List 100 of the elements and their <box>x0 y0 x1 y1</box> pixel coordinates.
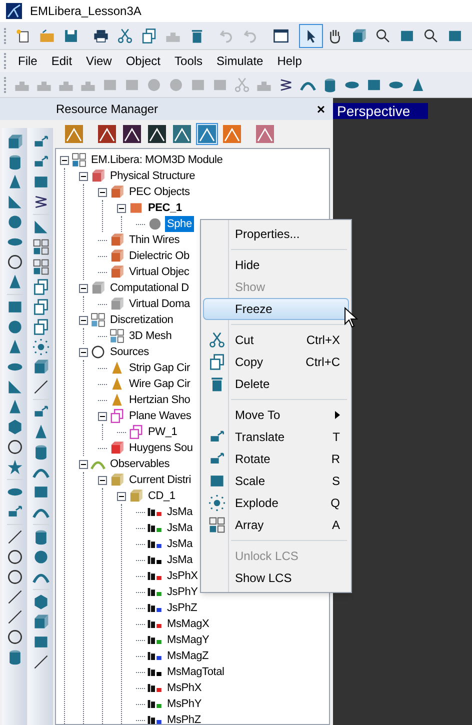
menu-option[interactable]: Explode Q <box>203 492 349 514</box>
tree-item[interactable]: Plane Waves <box>127 408 194 424</box>
tree-item[interactable]: Strip Gap Cir <box>127 360 192 376</box>
menu-option[interactable]: Cut Ctrl+X <box>203 329 349 351</box>
copy-icon <box>208 353 226 371</box>
menu-option[interactable]: Properties... <box>203 223 349 245</box>
collapse-toggle[interactable] <box>98 412 107 420</box>
shortcut-label: R <box>331 451 341 468</box>
sphere-icon <box>147 216 163 232</box>
ring-icon <box>6 548 24 566</box>
collapse-toggle[interactable] <box>79 460 88 468</box>
ring-icon <box>6 568 24 586</box>
menu-option[interactable]: Rotate R <box>203 448 349 470</box>
tree-item[interactable]: CD_1 <box>146 488 178 504</box>
tree-item[interactable]: JsPhZ <box>165 600 200 616</box>
window-icon <box>272 27 290 44</box>
menu-item[interactable]: File <box>11 52 44 70</box>
menu-item[interactable]: View <box>79 52 119 70</box>
ring-icon <box>6 253 24 271</box>
menu-option[interactable]: Move To <box>203 404 349 426</box>
menu-option[interactable]: Hide <box>203 254 349 276</box>
line-icon <box>6 608 24 626</box>
cut-icon <box>116 27 134 44</box>
shortcut-label: Q <box>330 495 341 512</box>
triangle-icon <box>6 193 24 211</box>
collapse-toggle[interactable] <box>79 284 88 292</box>
menu-option[interactable]: Copy Ctrl+C <box>203 351 349 373</box>
cut-icon <box>208 331 226 349</box>
tree-item[interactable]: MsPhY <box>165 696 204 712</box>
copy-icon <box>32 278 50 296</box>
viewport-label: Perspective <box>333 103 428 119</box>
tree-item[interactable]: PEC Objects <box>127 184 192 200</box>
tree-item[interactable]: Huygens Sou <box>127 440 195 456</box>
grid-icon <box>109 328 125 344</box>
tree-item[interactable]: JsMa <box>165 552 194 568</box>
menu-option[interactable]: Freeze <box>203 298 349 320</box>
tree-item[interactable]: JsMa <box>165 536 194 552</box>
tree-item[interactable]: Thin Wires <box>127 232 182 248</box>
tree-item[interactable]: Sphe <box>165 216 194 232</box>
tree-item[interactable]: JsMa <box>165 504 194 520</box>
collapse-toggle[interactable] <box>79 316 88 324</box>
triangle-icon <box>6 378 24 396</box>
hexagon-icon <box>32 593 50 611</box>
close-button[interactable]: × <box>316 102 325 116</box>
collapse-toggle[interactable] <box>79 348 88 356</box>
tree-item[interactable]: 3D Mesh <box>127 328 174 344</box>
tree-item[interactable]: PEC_1 <box>146 200 184 216</box>
tree-item[interactable]: Computational D <box>108 280 191 296</box>
collapse-toggle[interactable] <box>117 492 126 500</box>
menu-option[interactable]: Show LCS <box>203 567 349 589</box>
tree-item[interactable]: MsPhZ <box>165 712 203 724</box>
grid-icon <box>32 258 50 276</box>
tree-item[interactable]: Dielectric Ob <box>127 248 192 264</box>
tree-item[interactable]: MsMagY <box>165 632 212 648</box>
collapse-toggle[interactable] <box>98 476 107 484</box>
shortcut-label: A <box>332 517 341 534</box>
tree-item[interactable]: Physical Structure <box>108 168 198 184</box>
tree-item[interactable]: MsMagX <box>165 616 212 632</box>
menu-item[interactable]: Object <box>118 52 168 70</box>
tree-item[interactable]: MsMagTotal <box>165 664 226 680</box>
zoom-icon <box>374 27 392 44</box>
tree-item[interactable]: MsPhX <box>165 680 204 696</box>
collapse-toggle[interactable] <box>79 172 88 180</box>
panel-title: Resource Manager <box>56 101 158 118</box>
tree-item[interactable]: EM.Libera: MOM3D Module <box>89 152 225 168</box>
tree-item[interactable]: Sources <box>108 344 151 360</box>
menu-item[interactable]: Help <box>270 52 309 70</box>
window-title: EMLibera_Lesson3A <box>30 3 142 20</box>
menu-option[interactable]: Array A <box>203 514 349 536</box>
disc-icon <box>146 76 162 93</box>
tree-item[interactable]: Discretization <box>108 312 176 328</box>
tree-item[interactable]: JsPhY <box>165 584 200 600</box>
tree-item[interactable]: Observables <box>108 456 172 472</box>
tree-item[interactable]: Current Distri <box>127 472 193 488</box>
line-icon <box>6 528 24 546</box>
triangle-icon <box>32 218 50 236</box>
menu-option[interactable]: Delete <box>203 373 349 395</box>
tree-item[interactable]: Wire Gap Cir <box>127 376 192 392</box>
menu-option[interactable]: Translate T <box>203 426 349 448</box>
menu-item[interactable]: Tools <box>168 52 210 70</box>
app-logo-icon <box>6 3 22 19</box>
pointer-button[interactable] <box>299 24 323 48</box>
collapse-toggle[interactable] <box>117 204 126 212</box>
menu-option[interactable]: Scale S <box>203 470 349 492</box>
tree-item[interactable]: Virtual Objec <box>127 264 192 280</box>
ring-icon <box>90 344 106 360</box>
tree-item[interactable]: Virtual Doma <box>127 296 192 312</box>
explode-icon <box>208 494 226 512</box>
tree-item[interactable]: PW_1 <box>146 424 180 440</box>
array-icon <box>208 516 226 534</box>
collapse-toggle[interactable] <box>98 188 107 196</box>
menu-item[interactable]: Edit <box>44 52 80 70</box>
tree-item[interactable]: Hertzian Sho <box>127 392 192 408</box>
tree-item[interactable]: MsMagZ <box>165 648 211 664</box>
menu-item[interactable]: Simulate <box>210 52 270 70</box>
tree-item[interactable]: JsPhX <box>165 568 200 584</box>
collapse-toggle[interactable] <box>60 156 69 164</box>
hexagon-icon <box>6 418 24 436</box>
tree-item[interactable]: JsMa <box>165 520 194 536</box>
grid-icon <box>90 312 106 328</box>
